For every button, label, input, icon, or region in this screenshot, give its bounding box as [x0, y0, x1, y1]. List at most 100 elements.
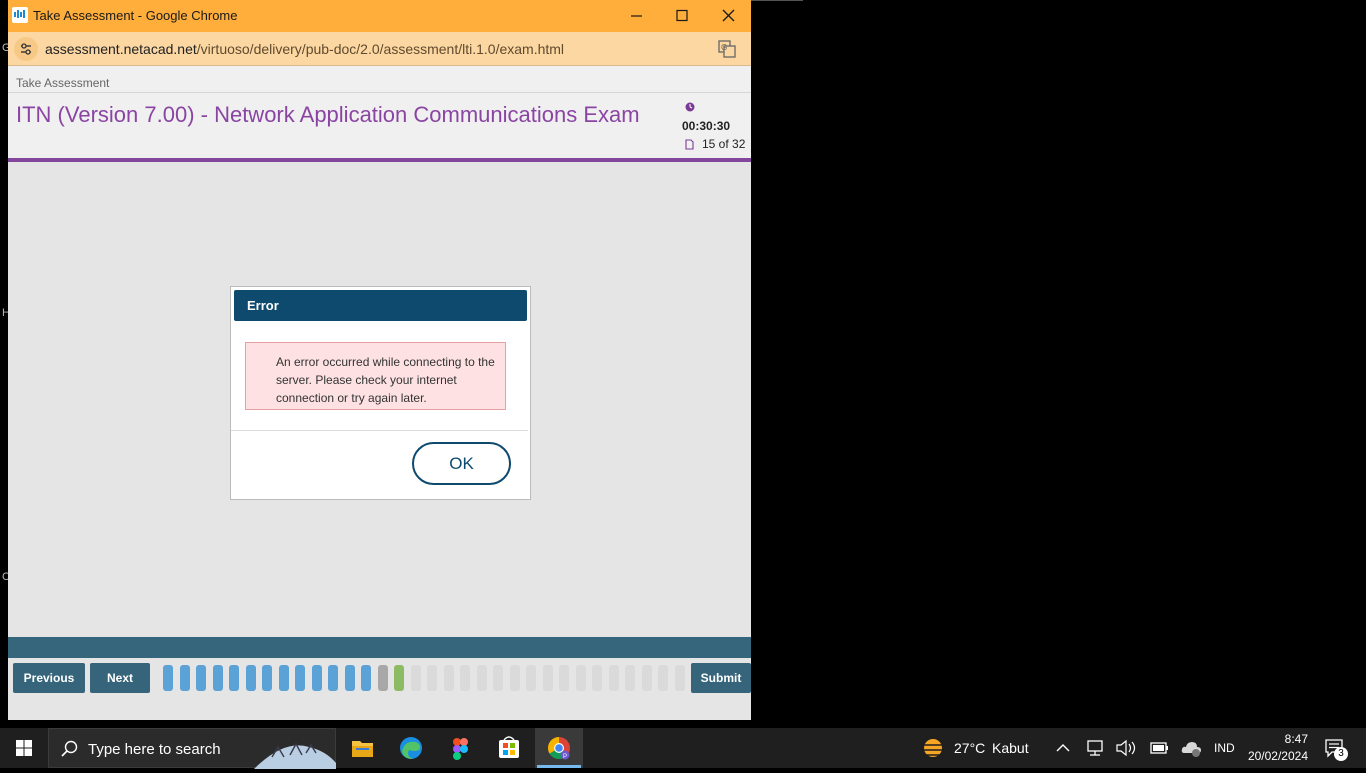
question-nav-31[interactable] — [658, 665, 668, 691]
close-button[interactable] — [705, 0, 751, 32]
taskbar: Type here to search P 27°C Kabut IND 8:4… — [0, 728, 1366, 769]
question-nav-14[interactable] — [377, 665, 388, 691]
maximize-button[interactable] — [659, 0, 705, 32]
question-nav-25[interactable] — [559, 665, 569, 691]
window-title: Take Assessment - Google Chrome — [33, 8, 238, 23]
assessment-page: Take Assessment ITN (Version 7.00) - Net… — [8, 66, 751, 720]
translate-icon: G — [718, 40, 736, 58]
language-indicator[interactable]: IND — [1214, 741, 1235, 755]
exam-timer: 00:30:30 — [682, 119, 731, 133]
show-hidden-icons-button[interactable] — [1050, 728, 1076, 768]
error-message: An error occurred while connecting to th… — [245, 342, 506, 410]
translate-button[interactable]: G — [718, 40, 736, 63]
document-icon — [685, 139, 694, 150]
clock[interactable]: 8:47 20/02/2024 — [1240, 728, 1316, 768]
question-nav-3[interactable] — [196, 665, 206, 691]
volume-tray-button[interactable] — [1112, 728, 1138, 768]
question-nav-12[interactable] — [344, 665, 355, 691]
question-nav-26[interactable] — [575, 665, 586, 691]
start-button[interactable] — [0, 728, 48, 768]
question-nav-17[interactable] — [427, 665, 437, 691]
question-nav-2[interactable] — [179, 665, 190, 691]
question-nav-27[interactable] — [592, 665, 602, 691]
question-progress — [163, 663, 687, 693]
question-nav-29[interactable] — [625, 665, 635, 691]
breadcrumb: Take Assessment — [16, 76, 110, 90]
url-text[interactable]: assessment.netacad.net/virtuoso/delivery… — [45, 41, 564, 57]
url-host: assessment.netacad.net — [45, 41, 197, 57]
question-nav-30[interactable] — [641, 665, 652, 691]
folder-icon — [352, 741, 373, 757]
url-path: /virtuoso/delivery/pub-doc/2.0/assessmen… — [196, 41, 565, 57]
question-nav-11[interactable] — [328, 665, 338, 691]
figma-icon — [453, 738, 468, 760]
tune-icon — [21, 43, 31, 55]
page-title: ITN (Version 7.00) - Network Application… — [16, 102, 640, 127]
question-nav-22[interactable] — [509, 665, 520, 691]
clock-date: 20/02/2024 — [1247, 749, 1308, 763]
question-counter: 15 of 32 — [702, 137, 746, 151]
battery-icon — [1150, 742, 1168, 754]
question-nav-15[interactable] — [394, 665, 404, 691]
question-nav-20[interactable] — [476, 665, 487, 691]
address-bar[interactable]: assessment.netacad.net/virtuoso/delivery… — [8, 32, 751, 66]
question-nav-13[interactable] — [361, 665, 371, 691]
search-box[interactable]: Type here to search — [48, 728, 336, 769]
edge-taskbar-button[interactable] — [389, 728, 433, 768]
network-tray-button[interactable] — [1082, 728, 1108, 768]
battery-tray-button[interactable] — [1146, 728, 1172, 768]
svg-text:P: P — [563, 754, 567, 760]
search-icon — [61, 740, 78, 757]
question-nav-24[interactable] — [542, 665, 553, 691]
clock-time: 8:47 — [1284, 732, 1308, 746]
notification-badge: 3 — [1334, 747, 1348, 761]
weather-icon — [922, 739, 944, 757]
clock-icon — [685, 102, 695, 112]
notification-center-button[interactable]: 3 — [1320, 728, 1360, 768]
question-nav-16[interactable] — [410, 665, 421, 691]
previous-button[interactable]: Previous — [13, 663, 85, 693]
windows-icon — [16, 740, 32, 756]
question-nav-28[interactable] — [608, 665, 619, 691]
question-nav-5[interactable] — [229, 665, 239, 691]
maximize-icon — [676, 9, 688, 22]
question-nav-4[interactable] — [212, 665, 223, 691]
question-nav-19[interactable] — [460, 665, 470, 691]
question-nav-9[interactable] — [295, 665, 305, 691]
minimize-button[interactable] — [613, 0, 659, 32]
svg-text:G: G — [721, 43, 727, 52]
question-nav-6[interactable] — [245, 665, 256, 691]
question-nav-32[interactable] — [674, 665, 685, 691]
question-nav-23[interactable] — [526, 665, 536, 691]
minimize-icon — [631, 15, 642, 17]
chrome-icon: P — [548, 737, 570, 760]
question-nav-21[interactable] — [493, 665, 503, 691]
question-nav-7[interactable] — [262, 665, 272, 691]
volume-icon — [1116, 739, 1136, 757]
question-nav-18[interactable] — [443, 665, 454, 691]
submit-button[interactable]: Submit — [691, 663, 751, 693]
title-bar[interactable]: Take Assessment - Google Chrome — [8, 0, 751, 32]
error-dialog: Error An error occurred while connecting… — [230, 286, 531, 500]
network-icon — [1087, 740, 1103, 756]
weather-description: Kabut — [992, 740, 1029, 756]
store-taskbar-button[interactable] — [487, 728, 531, 768]
weather-widget[interactable]: 27°C Kabut — [916, 728, 1036, 768]
site-info-button[interactable] — [14, 37, 38, 61]
search-placeholder: Type here to search — [88, 741, 221, 758]
dialog-header: Error — [234, 290, 527, 321]
onedrive-tray-button[interactable] — [1178, 728, 1204, 768]
question-nav-10[interactable] — [311, 665, 322, 691]
file-explorer-taskbar-button[interactable] — [340, 728, 384, 768]
search-highlight-image — [254, 742, 336, 769]
question-nav-1[interactable] — [163, 665, 173, 691]
dialog-divider — [231, 430, 528, 431]
figma-taskbar-button[interactable] — [438, 728, 482, 768]
question-nav-8[interactable] — [278, 665, 289, 691]
chrome-taskbar-button[interactable]: P — [535, 728, 583, 768]
store-icon — [499, 736, 519, 758]
next-button[interactable]: Next — [90, 663, 150, 693]
ok-button[interactable]: OK — [412, 442, 511, 485]
edge-icon — [400, 737, 422, 759]
close-icon — [722, 9, 735, 22]
